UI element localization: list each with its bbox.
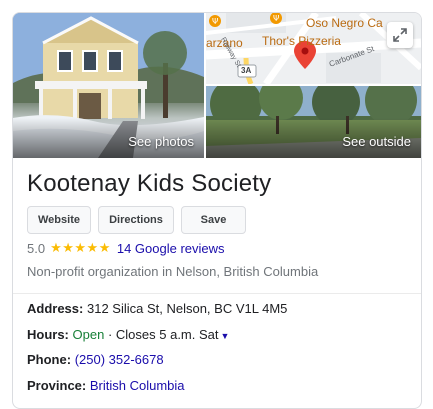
province-label: Province: [27, 378, 87, 393]
directions-button[interactable]: Directions [98, 206, 174, 234]
rating-row: 5.0 ★★★★★ 14 Google reviews [27, 240, 225, 256]
map-place-thors-pizzeria: Thor's Pizzeria [262, 34, 341, 48]
main-photo[interactable]: See photos [13, 13, 204, 158]
outside-photo[interactable]: See outside [206, 86, 421, 158]
star-rating-icon: ★★★★★ [50, 240, 111, 255]
phone-row: Phone: (250) 352-6678 [27, 352, 164, 367]
address-row: Address: 312 Silica St, Nelson, BC V1L 4… [27, 301, 287, 316]
knowledge-panel: See photos Ψ Ψ Oso Negro Ca arzano Thor'… [12, 12, 422, 409]
address-value: 312 Silica St, Nelson, BC V1L 4M5 [86, 301, 288, 316]
svg-text:Ψ: Ψ [212, 17, 218, 26]
province-link[interactable]: British Columbia [90, 378, 185, 393]
hours-status: Open [72, 327, 105, 342]
map-route-shield: 3A [241, 66, 252, 75]
address-label: Address: [27, 301, 84, 316]
see-photos-link[interactable]: See photos [128, 134, 194, 149]
website-button[interactable]: Website [27, 206, 91, 234]
photo-strip: See photos Ψ Ψ Oso Negro Ca arzano Thor'… [13, 13, 421, 158]
map-thumbnail[interactable]: Ψ Ψ Oso Negro Ca arzano Thor's Pizzeria … [206, 13, 421, 84]
divider [13, 293, 421, 294]
business-category: Non-profit organization in Nelson, Briti… [27, 264, 319, 279]
rating-value: 5.0 [27, 240, 46, 256]
province-row: Province: British Columbia [27, 378, 185, 393]
hours-detail[interactable]: · Closes 5 a.m. Sat [108, 327, 219, 342]
phone-label: Phone: [27, 352, 72, 367]
save-button[interactable]: Save [181, 206, 246, 234]
hours-label: Hours: [27, 327, 69, 342]
expand-map-button[interactable] [387, 22, 413, 48]
svg-text:Ψ: Ψ [273, 14, 279, 23]
business-name: Kootenay Kids Society [27, 170, 272, 197]
phone-link[interactable]: (250) 352-6678 [75, 352, 164, 367]
action-buttons: Website Directions Save [27, 206, 253, 234]
see-outside-link[interactable]: See outside [342, 134, 411, 149]
expand-icon [393, 28, 407, 42]
hours-row: Hours: Open · Closes 5 a.m. Sat ▼ [27, 327, 229, 342]
google-reviews-link[interactable]: 14 Google reviews [117, 241, 225, 256]
caret-down-icon[interactable]: ▼ [221, 331, 230, 341]
map-place-oso-negro: Oso Negro Ca [306, 16, 383, 30]
